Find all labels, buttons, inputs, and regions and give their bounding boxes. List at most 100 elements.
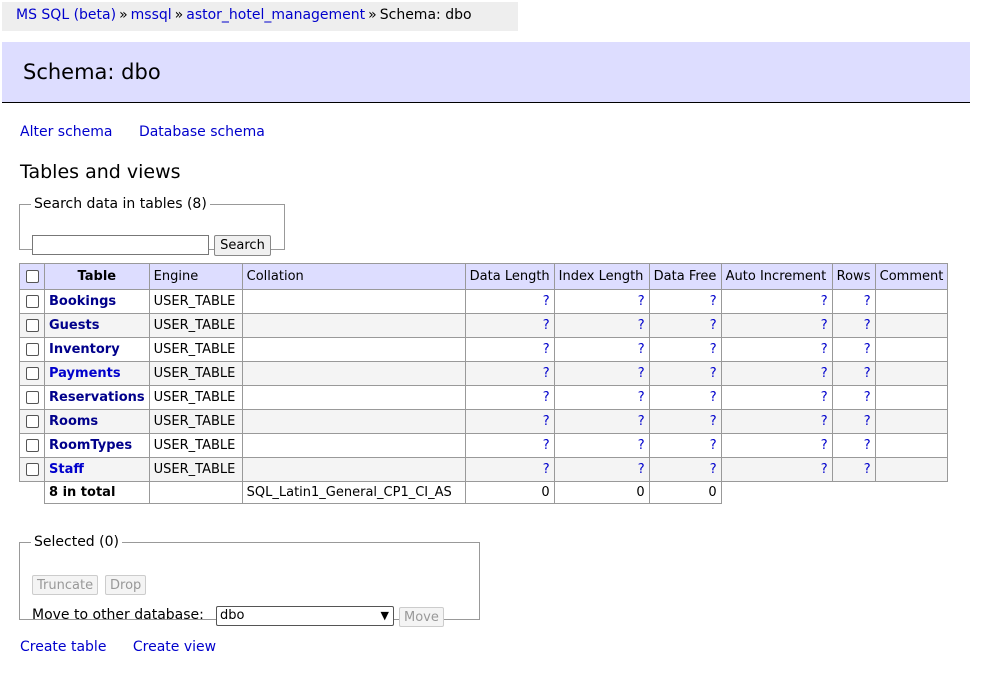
search-legend: Search data in tables (8) [34,196,207,212]
row-select-cell [19,361,45,386]
rows-link[interactable]: ? [864,462,871,477]
table-name-link[interactable]: Reservations [49,390,145,405]
data-free-cell: ? [648,361,722,386]
data-free-link[interactable]: ? [710,294,717,309]
row-checkbox[interactable] [25,367,39,380]
table-row: Payments USER_TABLE????? [19,361,949,386]
table-name-link[interactable]: Bookings [49,294,116,309]
rows-link[interactable]: ? [864,438,871,453]
comment-cell [874,385,949,410]
row-checkbox[interactable] [25,415,39,428]
database-select[interactable]: dbo ▼ [216,606,394,626]
index-length-link[interactable]: ? [638,294,645,309]
auto-increment-link[interactable]: ? [821,414,828,429]
create-table-link[interactable]: Create table [20,639,106,655]
row-checkbox[interactable] [25,463,39,476]
data-length-link[interactable]: ? [543,390,550,405]
rows-cell: ? [831,337,876,362]
data-length-link[interactable]: ? [543,318,550,333]
data-free-link[interactable]: ? [710,438,717,453]
engine-cell: USER_TABLE [148,289,243,314]
auto-increment-link[interactable]: ? [821,342,828,357]
auto-increment-cell: ? [720,457,833,482]
data-length-cell: ? [464,409,555,434]
index-length-link[interactable]: ? [638,390,645,405]
table-name-link[interactable]: Guests [49,318,99,333]
index-length-cell: ? [553,409,650,434]
rows-cell: ? [831,385,876,410]
row-checkbox[interactable] [25,391,39,404]
rows-link[interactable]: ? [864,366,871,381]
search-input[interactable] [32,235,209,255]
breadcrumb-link-server[interactable]: mssql [131,7,172,23]
create-view-link[interactable]: Create view [133,639,216,655]
move-button[interactable]: Move [399,607,444,627]
table-row: Staff USER_TABLE????? [19,457,949,482]
table-row: Bookings USER_TABLE????? [19,289,949,314]
selected-legend: Selected (0) [34,534,119,550]
row-checkbox[interactable] [25,439,39,452]
data-free-link[interactable]: ? [710,462,717,477]
auto-increment-link[interactable]: ? [821,318,828,333]
create-links: Create table Create view [20,639,238,655]
row-checkbox[interactable] [25,319,39,332]
header-table[interactable]: Table [44,263,150,290]
rows-link[interactable]: ? [864,414,871,429]
truncate-button[interactable]: Truncate [32,575,99,595]
index-length-link[interactable]: ? [638,342,645,357]
data-length-link[interactable]: ? [543,414,550,429]
comment-cell [874,457,949,482]
search-button[interactable]: Search [214,235,271,256]
auto-increment-link[interactable]: ? [821,462,828,477]
row-select-cell [19,457,45,482]
data-free-link[interactable]: ? [710,390,717,405]
database-select-value: dbo [220,608,245,623]
data-free-link[interactable]: ? [710,318,717,333]
data-free-cell: ? [648,457,722,482]
table-name-link[interactable]: RoomTypes [49,438,132,453]
collation-cell [241,289,466,314]
rows-link[interactable]: ? [864,390,871,405]
index-length-link[interactable]: ? [638,438,645,453]
data-length-link[interactable]: ? [543,366,550,381]
data-free-cell: ? [648,289,722,314]
footer-data-length: 0 [464,481,555,504]
index-length-link[interactable]: ? [638,318,645,333]
data-length-link[interactable]: ? [543,438,550,453]
select-all-checkbox[interactable] [25,270,39,283]
table-name-link[interactable]: Payments [49,366,121,381]
breadcrumb-link-ms-sql[interactable]: MS SQL (beta) [16,7,116,23]
rows-link[interactable]: ? [864,294,871,309]
table-name-link[interactable]: Inventory [49,342,120,357]
drop-button[interactable]: Drop [105,575,147,595]
auto-increment-link[interactable]: ? [821,294,828,309]
data-free-link[interactable]: ? [710,366,717,381]
table-name-link[interactable]: Rooms [49,414,98,429]
index-length-link[interactable]: ? [638,462,645,477]
index-length-link[interactable]: ? [638,366,645,381]
index-length-cell: ? [553,361,650,386]
database-schema-link[interactable]: Database schema [139,124,265,140]
auto-increment-link[interactable]: ? [821,390,828,405]
footer-engine [148,481,243,504]
data-length-link[interactable]: ? [543,294,550,309]
data-free-link[interactable]: ? [710,342,717,357]
engine-cell: USER_TABLE [148,337,243,362]
auto-increment-link[interactable]: ? [821,366,828,381]
auto-increment-cell: ? [720,313,833,338]
table-name-link[interactable]: Staff [49,462,84,477]
data-length-link[interactable]: ? [543,342,550,357]
rows-link[interactable]: ? [864,318,871,333]
data-free-link[interactable]: ? [710,414,717,429]
auto-increment-link[interactable]: ? [821,438,828,453]
rows-link[interactable]: ? [864,342,871,357]
row-checkbox[interactable] [25,295,39,308]
data-length-link[interactable]: ? [543,462,550,477]
header-rows: Rows [831,263,876,290]
index-length-link[interactable]: ? [638,414,645,429]
schema-links: Alter schema Database schema [20,124,287,140]
auto-increment-cell: ? [720,409,833,434]
breadcrumb-link-database[interactable]: astor_hotel_management [186,7,365,23]
row-checkbox[interactable] [25,343,39,356]
alter-schema-link[interactable]: Alter schema [20,124,112,140]
